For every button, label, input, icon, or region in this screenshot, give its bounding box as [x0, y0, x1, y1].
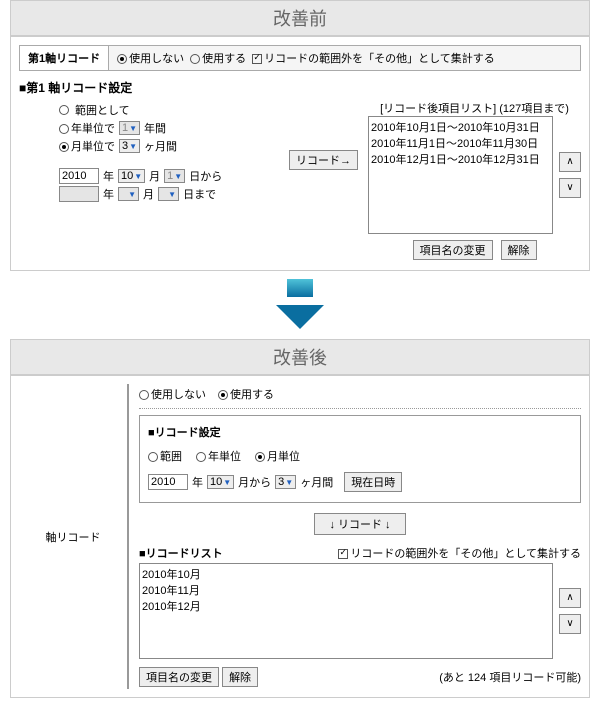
recode-button[interactable]: リコード→: [289, 150, 358, 170]
side-label: 軸リコード: [19, 384, 129, 689]
clear-button[interactable]: 解除: [501, 240, 537, 260]
end-year-input[interactable]: [59, 186, 99, 202]
radio-year-unit[interactable]: 年単位で: [59, 120, 115, 136]
transition-arrow: [10, 279, 590, 329]
result-listbox[interactable]: 2010年10月1日～2010年10月31日 2010年11月1日～2010年1…: [368, 116, 553, 234]
after-recode-button[interactable]: ↓ リコード ↓: [314, 513, 405, 535]
start-month-select[interactable]: 10▼: [118, 169, 145, 183]
radio-use-none[interactable]: 使用しない: [117, 50, 184, 66]
list-item[interactable]: 2010年11月: [142, 582, 550, 598]
list-title: ■リコードリスト: [139, 545, 223, 561]
month-count-select[interactable]: 3▼: [119, 139, 140, 153]
day-to-label: 日まで: [183, 186, 216, 202]
after-month-select[interactable]: 10▼: [207, 475, 234, 489]
after-month-from-label: 月から: [238, 474, 271, 490]
after-duration-select[interactable]: 3▼: [275, 475, 296, 489]
tab-axis1[interactable]: 第1軸リコード: [20, 46, 109, 70]
after-panel: 軸リコード 使用しない 使用する ■リコード設定 範囲 年単位 月単位: [10, 375, 590, 698]
radio-range[interactable]: 範囲として: [59, 102, 279, 118]
radio-range-after[interactable]: 範囲: [148, 448, 182, 464]
year-count-select[interactable]: 1▼: [119, 121, 140, 135]
month-label: 月: [149, 168, 160, 184]
radio-use[interactable]: 使用する: [190, 50, 246, 66]
after-aggregate-check[interactable]: リコードの範囲外を「その他」として集計する: [338, 545, 581, 561]
recode-settings-fieldset: ■リコード設定 範囲 年単位 月単位 年 10▼ 月から 3▼ ヶ月間: [139, 415, 581, 503]
radio-month-after[interactable]: 月単位: [255, 448, 300, 464]
list-item[interactable]: 2010年11月1日～2010年11月30日: [371, 135, 550, 151]
after-move-up-button[interactable]: ∧: [559, 588, 581, 608]
year-label2: 年: [103, 186, 114, 202]
list-item[interactable]: 2010年12月: [142, 598, 550, 614]
after-clear-button[interactable]: 解除: [222, 667, 258, 687]
section-title: ■第1 軸リコード設定: [19, 79, 581, 96]
move-up-button[interactable]: ∧: [559, 152, 581, 172]
after-header: 改善後: [10, 339, 590, 375]
year-unit-label: 年間: [144, 120, 166, 136]
now-button[interactable]: 現在日時: [344, 472, 402, 492]
after-move-down-button[interactable]: ∨: [559, 614, 581, 634]
year-label: 年: [103, 168, 114, 184]
list-item[interactable]: 2010年10月: [142, 566, 550, 582]
before-header: 改善前: [10, 0, 590, 36]
after-rename-button[interactable]: 項目名の変更: [139, 667, 219, 687]
after-listbox[interactable]: 2010年10月 2010年11月 2010年12月: [139, 563, 553, 659]
month-label2: 月: [143, 186, 154, 202]
after-year-input[interactable]: [148, 474, 188, 490]
list-item[interactable]: 2010年10月1日～2010年10月31日: [371, 119, 550, 135]
before-panel: 第1軸リコード 使用しない 使用する リコードの範囲外を「その他」として集計する…: [10, 36, 590, 271]
radio-use-none-after[interactable]: 使用しない: [139, 386, 206, 402]
radio-use-after[interactable]: 使用する: [218, 386, 274, 402]
after-year-label: 年: [192, 474, 203, 490]
fs-title: ■リコード設定: [148, 424, 572, 440]
radio-year-after[interactable]: 年単位: [196, 448, 241, 464]
tab-row: 第1軸リコード 使用しない 使用する リコードの範囲外を「その他」として集計する: [19, 45, 581, 71]
list-header: [リコード後項目リスト] (127項目まで): [368, 100, 581, 116]
start-year-input[interactable]: [59, 168, 99, 184]
rename-button[interactable]: 項目名の変更: [413, 240, 493, 260]
list-item[interactable]: 2010年12月1日～2010年12月31日: [371, 151, 550, 167]
end-month-select[interactable]: ▼: [118, 187, 139, 201]
move-down-button[interactable]: ∨: [559, 178, 581, 198]
month-unit-label: ヶ月間: [144, 138, 177, 154]
radio-month-unit[interactable]: 月単位で: [59, 138, 115, 154]
after-duration-label: ヶ月間: [300, 474, 333, 490]
start-day-select[interactable]: 1▼: [164, 169, 185, 183]
day-from-label: 日から: [189, 168, 222, 184]
end-day-select[interactable]: ▼: [158, 187, 179, 201]
check-aggregate[interactable]: リコードの範囲外を「その他」として集計する: [252, 50, 495, 66]
remaining-label: (あと 124 項目リコード可能): [439, 669, 581, 685]
